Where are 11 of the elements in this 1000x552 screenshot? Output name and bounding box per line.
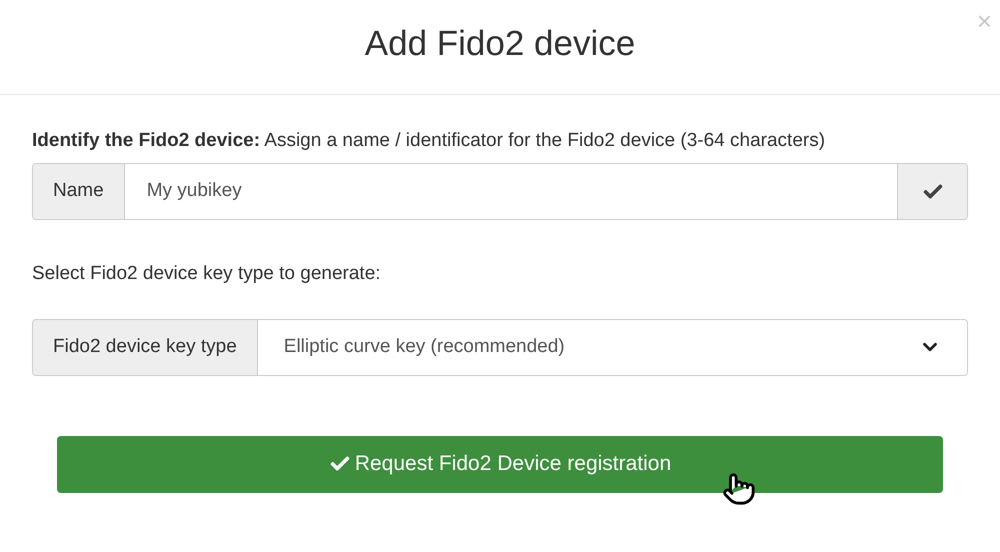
name-input-field[interactable]: Name My yubikey bbox=[32, 163, 968, 220]
hand-cursor-icon bbox=[722, 472, 756, 506]
name-value: My yubikey bbox=[146, 179, 242, 204]
key-type-select[interactable]: Elliptic curve key (recommended) bbox=[258, 320, 967, 374]
key-type-instructions: Select Fido2 device key type to generate: bbox=[32, 262, 382, 286]
register-button[interactable]: Request Fido2 Device registration bbox=[57, 436, 943, 492]
dialog-title: Add Fido2 device bbox=[364, 23, 636, 65]
key-type-label: Fido2 device key type bbox=[33, 320, 258, 374]
name-label: Name bbox=[33, 164, 125, 219]
name-instructions: Identify the Fido2 device: Assign a name / identificator for the Fido2 device (3-64 characters) bbox=[32, 129, 826, 153]
selected-key-type: Elliptic curve key (recommended) bbox=[284, 334, 565, 359]
